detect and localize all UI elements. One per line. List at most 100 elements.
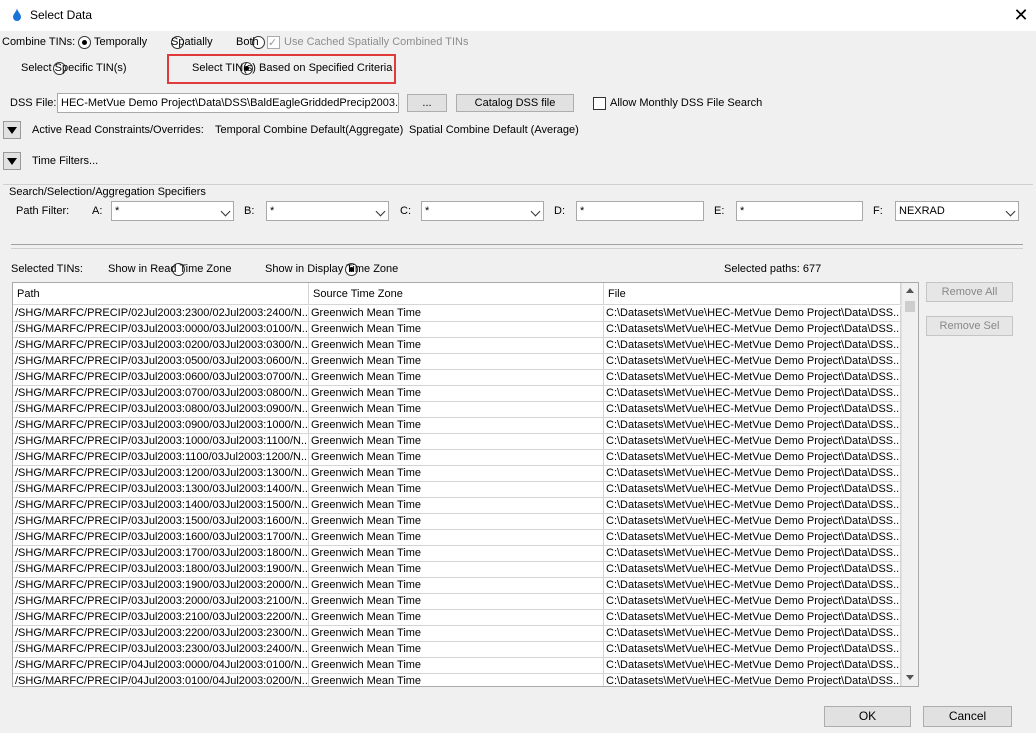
filter-b-value: * <box>270 205 275 217</box>
cell-timezone: Greenwich Mean Time <box>309 322 604 338</box>
chevron-down-icon <box>220 206 231 217</box>
filter-a-combo[interactable]: * <box>111 201 234 221</box>
separator <box>11 244 1023 245</box>
use-cached-checkbox[interactable]: ✓ <box>267 36 280 49</box>
radio-spatially-label: Spatially <box>171 36 213 48</box>
cell-timezone: Greenwich Mean Time <box>309 466 604 482</box>
column-header-timezone[interactable]: Source Time Zone <box>309 283 604 305</box>
table-row[interactable]: /SHG/MARFC/PRECIP/03Jul2003:0800/03Jul20… <box>13 402 901 418</box>
filter-e-field[interactable]: * <box>736 201 863 221</box>
cell-timezone: Greenwich Mean Time <box>309 434 604 450</box>
cell-file: C:\Datasets\MetVue\HEC-MetVue Demo Proje… <box>604 674 901 686</box>
remove-sel-button[interactable]: Remove Sel <box>926 316 1013 336</box>
dss-file-field[interactable]: HEC-MetVue Demo Project\Data\DSS\BaldEag… <box>57 93 399 113</box>
cell-timezone: Greenwich Mean Time <box>309 386 604 402</box>
table-row[interactable]: /SHG/MARFC/PRECIP/03Jul2003:0000/03Jul20… <box>13 322 901 338</box>
cell-path: /SHG/MARFC/PRECIP/04Jul2003:0000/04Jul20… <box>13 658 309 674</box>
scroll-thumb[interactable] <box>905 301 915 312</box>
cell-file: C:\Datasets\MetVue\HEC-MetVue Demo Proje… <box>604 578 901 594</box>
cell-timezone: Greenwich Mean Time <box>309 578 604 594</box>
cancel-button[interactable]: Cancel <box>923 706 1012 727</box>
table-row[interactable]: /SHG/MARFC/PRECIP/03Jul2003:1000/03Jul20… <box>13 434 901 450</box>
cell-timezone: Greenwich Mean Time <box>309 402 604 418</box>
table-row[interactable]: /SHG/MARFC/PRECIP/03Jul2003:0600/03Jul20… <box>13 370 901 386</box>
radio-temporally-label: Temporally <box>94 36 148 48</box>
selected-tins-label: Selected TINs: <box>11 263 83 275</box>
filter-b-combo[interactable]: * <box>266 201 389 221</box>
table-row[interactable]: /SHG/MARFC/PRECIP/03Jul2003:1500/03Jul20… <box>13 514 901 530</box>
cell-timezone: Greenwich Mean Time <box>309 546 604 562</box>
monthly-dss-checkbox[interactable] <box>593 97 606 110</box>
cell-file: C:\Datasets\MetVue\HEC-MetVue Demo Proje… <box>604 562 901 578</box>
cell-timezone: Greenwich Mean Time <box>309 530 604 546</box>
dss-file-label: DSS File: <box>10 97 57 109</box>
remove-all-button[interactable]: Remove All <box>926 282 1013 302</box>
radio-select-criteria-label: Select TIN(s) Based on Specified Criteri… <box>192 62 393 74</box>
water-drop-icon <box>13 8 21 21</box>
browse-button[interactable]: ... <box>407 94 447 112</box>
catalog-dss-button[interactable]: Catalog DSS file <box>456 94 574 112</box>
cell-file: C:\Datasets\MetVue\HEC-MetVue Demo Proje… <box>604 450 901 466</box>
cell-timezone: Greenwich Mean Time <box>309 610 604 626</box>
scroll-up-icon[interactable] <box>906 288 914 293</box>
vertical-scrollbar[interactable] <box>901 283 918 686</box>
spatial-constraint-text: Spatial Combine Default (Average) <box>409 124 579 136</box>
table-row[interactable]: /SHG/MARFC/PRECIP/03Jul2003:2300/03Jul20… <box>13 642 901 658</box>
cell-path: /SHG/MARFC/PRECIP/03Jul2003:1300/03Jul20… <box>13 482 309 498</box>
path-filter-label: Path Filter: <box>16 205 70 217</box>
ok-button[interactable]: OK <box>824 706 911 727</box>
filter-c-combo[interactable]: * <box>421 201 544 221</box>
filter-f-value: NEXRAD <box>899 205 945 217</box>
group-divider <box>3 184 1033 185</box>
table-row[interactable]: /SHG/MARFC/PRECIP/04Jul2003:0000/04Jul20… <box>13 658 901 674</box>
cell-path: /SHG/MARFC/PRECIP/03Jul2003:2100/03Jul20… <box>13 610 309 626</box>
cell-timezone: Greenwich Mean Time <box>309 370 604 386</box>
table-row[interactable]: /SHG/MARFC/PRECIP/03Jul2003:0700/03Jul20… <box>13 386 901 402</box>
table-row[interactable]: /SHG/MARFC/PRECIP/03Jul2003:1900/03Jul20… <box>13 578 901 594</box>
table-row[interactable]: /SHG/MARFC/PRECIP/03Jul2003:2200/03Jul20… <box>13 626 901 642</box>
table-row[interactable]: /SHG/MARFC/PRECIP/03Jul2003:0200/03Jul20… <box>13 338 901 354</box>
cell-file: C:\Datasets\MetVue\HEC-MetVue Demo Proje… <box>604 626 901 642</box>
table-row[interactable]: /SHG/MARFC/PRECIP/03Jul2003:0500/03Jul20… <box>13 354 901 370</box>
triangle-down-icon[interactable] <box>3 121 21 139</box>
column-header-file[interactable]: File <box>604 283 901 305</box>
column-header-path[interactable]: Path <box>13 283 309 305</box>
combine-tins-label: Combine TINs: <box>2 36 76 48</box>
check-mark-icon: ✓ <box>268 37 278 49</box>
chevron-down-icon <box>375 206 386 217</box>
triangle-down-icon[interactable] <box>3 152 21 170</box>
table-row[interactable]: /SHG/MARFC/PRECIP/04Jul2003:0100/04Jul20… <box>13 674 901 686</box>
cell-file: C:\Datasets\MetVue\HEC-MetVue Demo Proje… <box>604 546 901 562</box>
filter-d-label: D: <box>554 205 565 217</box>
cell-file: C:\Datasets\MetVue\HEC-MetVue Demo Proje… <box>604 418 901 434</box>
cell-file: C:\Datasets\MetVue\HEC-MetVue Demo Proje… <box>604 530 901 546</box>
table-row[interactable]: /SHG/MARFC/PRECIP/03Jul2003:0900/03Jul20… <box>13 418 901 434</box>
cell-path: /SHG/MARFC/PRECIP/03Jul2003:2300/03Jul20… <box>13 642 309 658</box>
table-row[interactable]: /SHG/MARFC/PRECIP/03Jul2003:1200/03Jul20… <box>13 466 901 482</box>
table-row[interactable]: /SHG/MARFC/PRECIP/03Jul2003:2100/03Jul20… <box>13 610 901 626</box>
table-row[interactable]: /SHG/MARFC/PRECIP/03Jul2003:1700/03Jul20… <box>13 546 901 562</box>
cell-timezone: Greenwich Mean Time <box>309 418 604 434</box>
table-row[interactable]: /SHG/MARFC/PRECIP/03Jul2003:1600/03Jul20… <box>13 530 901 546</box>
close-icon[interactable]: ✕ <box>1008 3 1034 27</box>
scroll-down-icon[interactable] <box>906 675 914 680</box>
cell-path: /SHG/MARFC/PRECIP/03Jul2003:0900/03Jul20… <box>13 418 309 434</box>
cell-timezone: Greenwich Mean Time <box>309 354 604 370</box>
time-filters-label[interactable]: Time Filters... <box>32 155 98 167</box>
table-row[interactable]: /SHG/MARFC/PRECIP/03Jul2003:1800/03Jul20… <box>13 562 901 578</box>
table-row[interactable]: /SHG/MARFC/PRECIP/03Jul2003:1400/03Jul20… <box>13 498 901 514</box>
filter-d-field[interactable]: * <box>576 201 704 221</box>
cell-path: /SHG/MARFC/PRECIP/03Jul2003:1100/03Jul20… <box>13 450 309 466</box>
cell-timezone: Greenwich Mean Time <box>309 338 604 354</box>
cell-file: C:\Datasets\MetVue\HEC-MetVue Demo Proje… <box>604 642 901 658</box>
table-row[interactable]: /SHG/MARFC/PRECIP/03Jul2003:1300/03Jul20… <box>13 482 901 498</box>
filter-f-combo[interactable]: NEXRAD <box>895 201 1019 221</box>
table-row[interactable]: /SHG/MARFC/PRECIP/03Jul2003:1100/03Jul20… <box>13 450 901 466</box>
table-row[interactable]: /SHG/MARFC/PRECIP/02Jul2003:2300/02Jul20… <box>13 306 901 322</box>
cell-file: C:\Datasets\MetVue\HEC-MetVue Demo Proje… <box>604 466 901 482</box>
radio-temporally[interactable] <box>78 36 91 49</box>
table-row[interactable]: /SHG/MARFC/PRECIP/03Jul2003:2000/03Jul20… <box>13 594 901 610</box>
tins-table[interactable]: Path Source Time Zone File /SHG/MARFC/PR… <box>12 282 919 687</box>
specifiers-group-label: Search/Selection/Aggregation Specifiers <box>9 186 209 198</box>
cell-path: /SHG/MARFC/PRECIP/03Jul2003:2000/03Jul20… <box>13 594 309 610</box>
